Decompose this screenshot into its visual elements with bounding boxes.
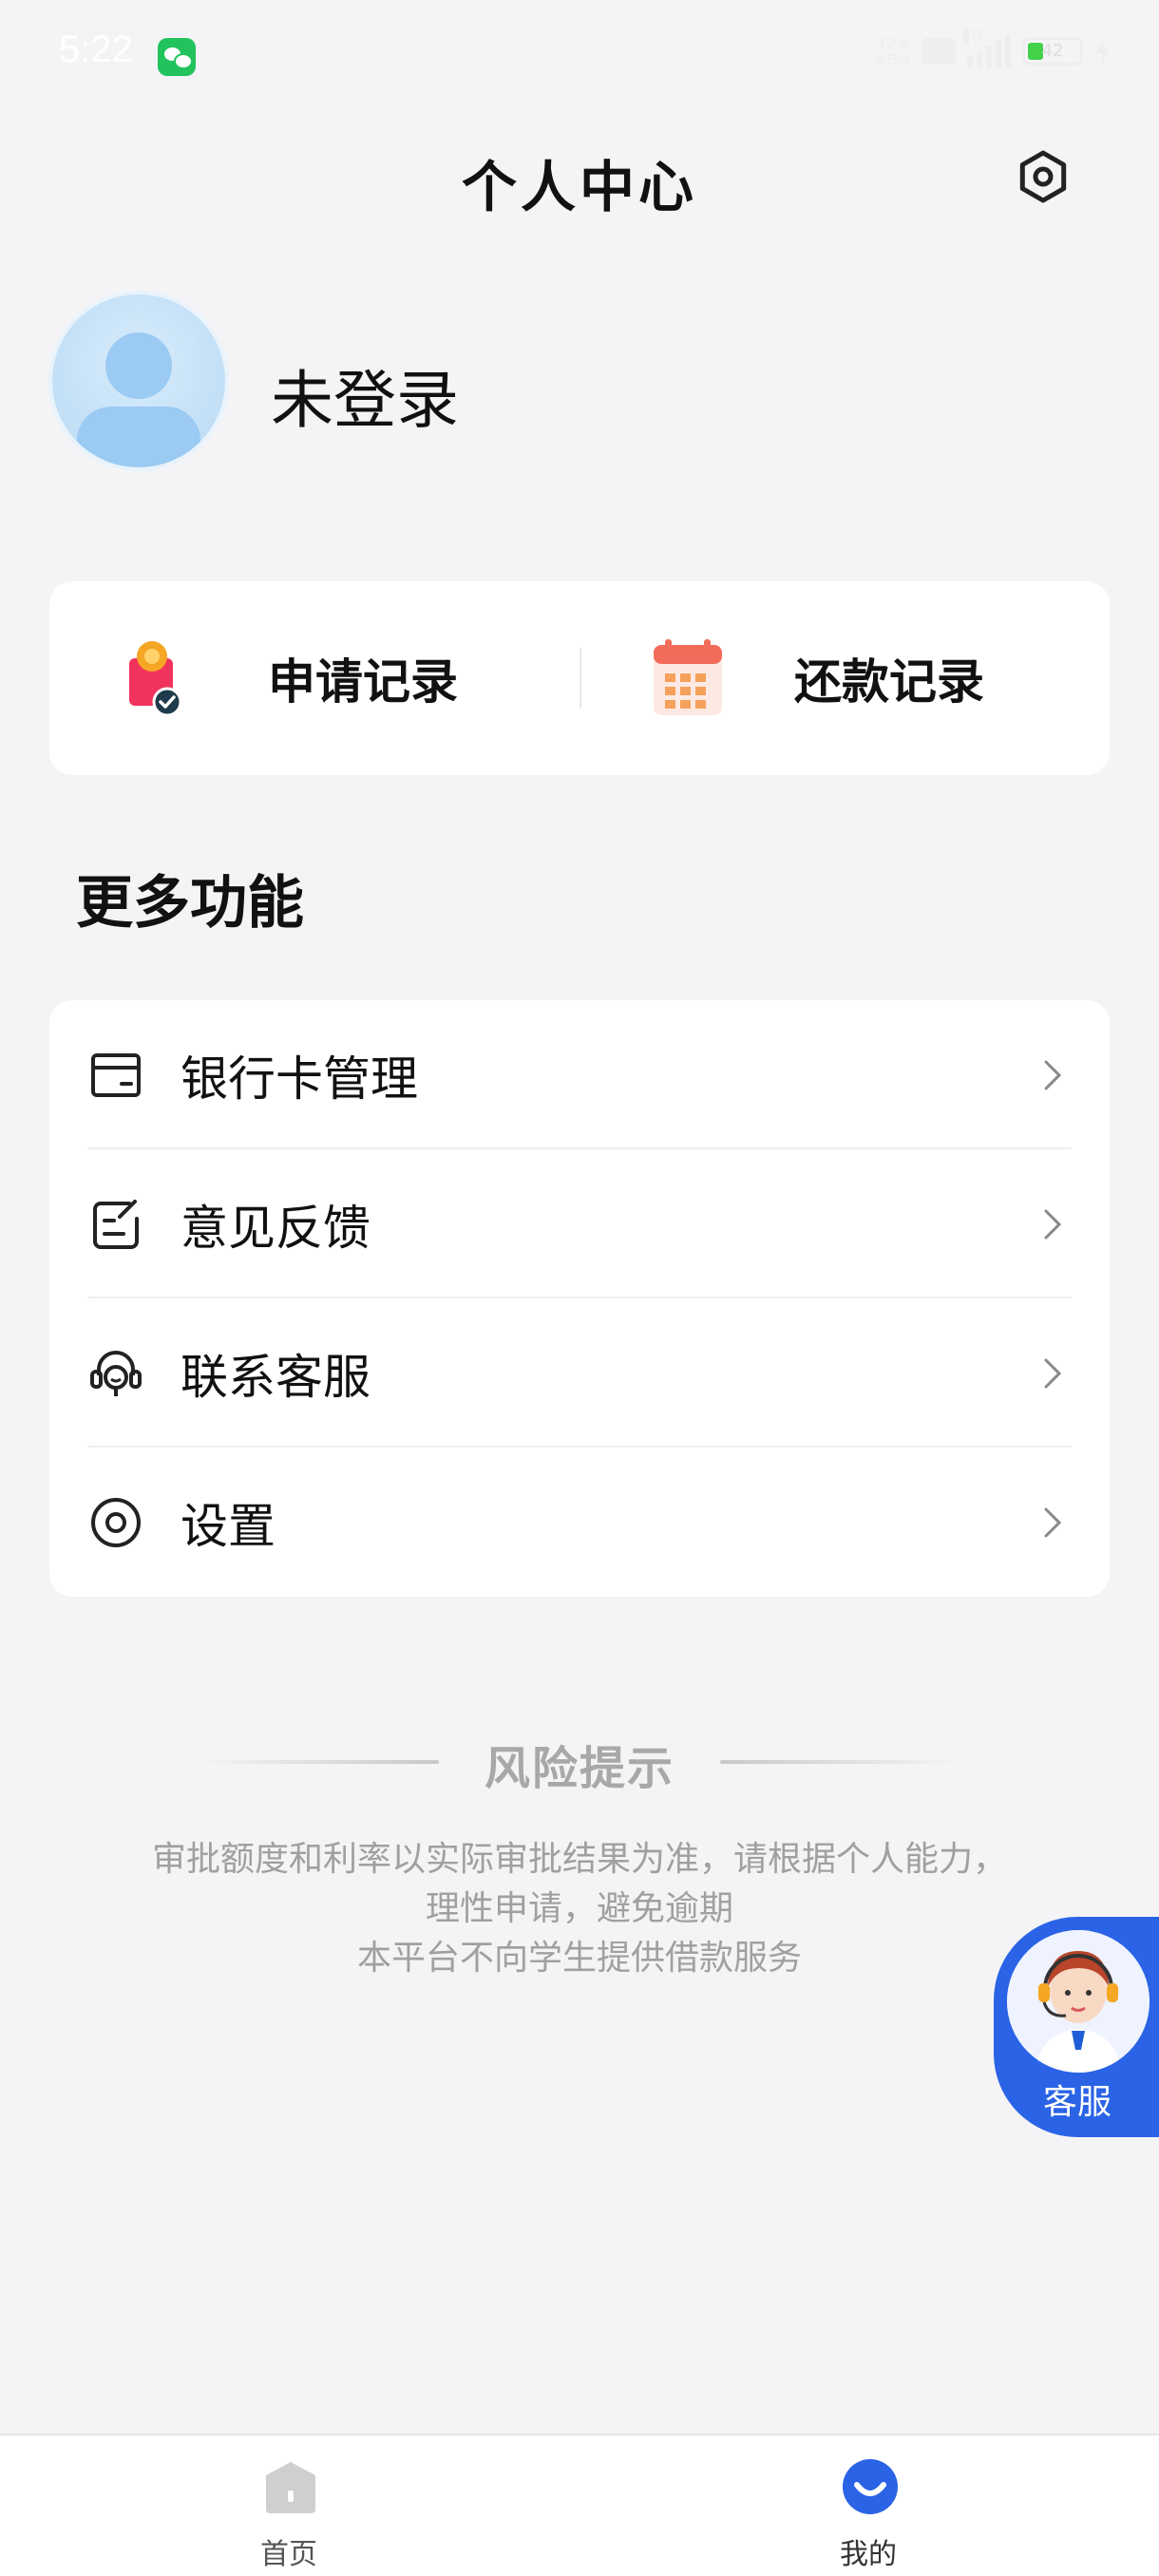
menu-item-label: 银行卡管理: [180, 1051, 418, 1107]
floating-service-label: 客服: [1042, 2083, 1112, 2122]
floating-service-button[interactable]: 客服: [994, 1917, 1159, 2137]
menu-card: 银行卡管理 意见反馈 联系客服 设置: [49, 1000, 1110, 1597]
menu-item-feedback[interactable]: 意见反馈: [49, 1149, 1110, 1298]
hd-icon: [922, 38, 956, 65]
menu-item-settings[interactable]: 设置: [49, 1448, 1110, 1597]
battery-icon: 42: [1022, 37, 1083, 66]
apply-records-button[interactable]: 申请记录: [124, 581, 458, 775]
network-type: 5G: [963, 28, 984, 46]
apply-records-label: 申请记录: [268, 654, 458, 710]
wallet-icon: [124, 635, 200, 721]
tab-home[interactable]: 首页: [194, 2435, 384, 2576]
home-icon: [262, 2458, 319, 2515]
signal-icon: 5G: [963, 28, 1011, 68]
repay-records-label: 还款记录: [794, 654, 984, 710]
status-time: 5:22: [59, 28, 133, 70]
menu-item-label: 意见反馈: [180, 1200, 370, 1256]
wechat-notification-icon: [158, 38, 196, 76]
card-icon: [87, 1047, 144, 1104]
menu-item-label: 设置: [180, 1498, 276, 1554]
risk-text-line: 审批额度和利率以实际审批结果为准，请根据个人能力，: [151, 1840, 1007, 1879]
tab-bar: 首页 我的: [0, 2434, 1159, 2576]
battery-level: 42: [1041, 41, 1064, 61]
tab-home-label: 首页: [260, 2538, 317, 2571]
page-title: 个人中心: [461, 155, 697, 219]
risk-title: 风险提示: [484, 1742, 674, 1795]
calendar-icon: [650, 635, 726, 721]
login-status[interactable]: 未登录: [271, 350, 459, 441]
menu-item-bank-card[interactable]: 银行卡管理: [49, 1000, 1110, 1149]
section-title: 更多功能: [76, 870, 304, 937]
menu-item-label: 联系客服: [180, 1349, 370, 1405]
status-bar: 5:22 12.5 KB/s 5G 42: [0, 0, 1159, 114]
headset-icon: [87, 1345, 144, 1402]
menu-item-contact-service[interactable]: 联系客服: [49, 1298, 1110, 1448]
network-speed: 12.5 KB/s: [876, 34, 910, 68]
chevron-right-icon: [1041, 1205, 1064, 1243]
feedback-icon: [87, 1196, 144, 1253]
chevron-right-icon: [1041, 1056, 1064, 1094]
charging-icon: [1094, 37, 1112, 66]
tab-mine[interactable]: 我的: [773, 2435, 963, 2576]
chevron-right-icon: [1041, 1354, 1064, 1392]
settings-ring-icon: [87, 1494, 144, 1551]
status-indicators: 12.5 KB/s 5G 42: [876, 28, 1112, 68]
avatar[interactable]: [52, 294, 225, 467]
chevron-right-icon: [1041, 1504, 1064, 1542]
tab-mine-label: 我的: [840, 2538, 897, 2571]
divider: [580, 648, 581, 709]
risk-text-line: 本平台不向学生提供借款服务: [356, 1939, 802, 1978]
smile-profile-icon: [842, 2458, 899, 2515]
risk-text-line: 理性申请，避免逾期: [425, 1889, 733, 1928]
gear-icon[interactable]: [1015, 148, 1072, 205]
risk-divider-right: [720, 1760, 958, 1764]
service-agent-icon: [1007, 1930, 1150, 2073]
repay-records-button[interactable]: 还款记录: [650, 581, 984, 775]
records-card: 申请记录 还款记录: [49, 581, 1110, 775]
